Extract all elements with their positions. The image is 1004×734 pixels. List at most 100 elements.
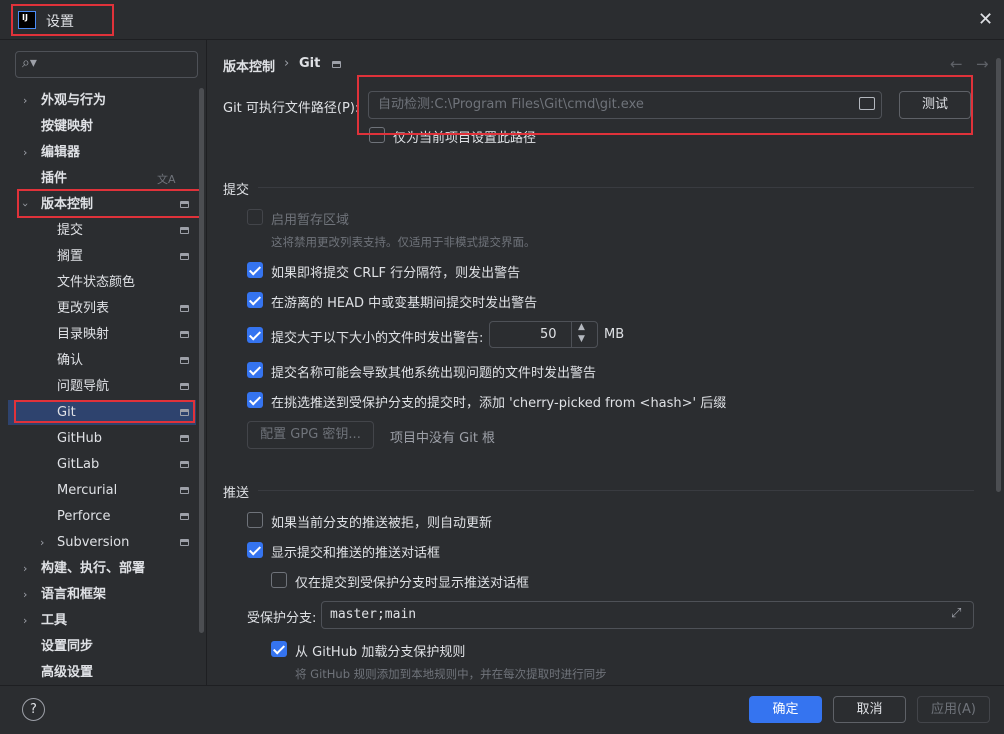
github-rules-checkbox[interactable] — [271, 641, 287, 657]
cancel-button[interactable]: 取消 — [833, 696, 906, 723]
sidebar-item-languages[interactable]: 语言和框架 — [41, 582, 106, 608]
sidebar-item-git[interactable]: Git — [57, 400, 76, 426]
cherry-pick-label: 在挑选推送到受保护分支的提交时，添加 'cherry-picked from <… — [271, 396, 727, 411]
project-only-checkbox[interactable] — [369, 127, 385, 143]
crlf-checkbox[interactable] — [247, 262, 263, 278]
project-scope-icon — [180, 357, 189, 364]
project-scope-icon — [180, 487, 189, 494]
sidebar-item-perforce[interactable]: Perforce — [57, 504, 110, 530]
sidebar-item-changelists[interactable]: 更改列表 — [57, 296, 109, 322]
sidebar-item-tools[interactable]: 工具 — [41, 608, 67, 634]
section-divider — [258, 187, 974, 188]
window-title: 设置 — [46, 14, 74, 30]
folder-icon[interactable] — [859, 97, 875, 110]
no-git-root-text: 项目中没有 Git 根 — [390, 431, 496, 446]
chevron-right-icon[interactable]: › — [40, 530, 44, 556]
detached-head-checkbox[interactable] — [247, 292, 263, 308]
chevron-right-icon[interactable]: › — [23, 582, 27, 608]
github-rules-hint: 将 GitHub 规则添加到本地规则中，并在每次提取时进行同步 — [295, 667, 607, 681]
file-names-checkbox[interactable] — [247, 362, 263, 378]
chevron-right-icon[interactable]: › — [23, 608, 27, 634]
sidebar-item-subversion[interactable]: Subversion — [57, 530, 129, 556]
commit-section-title: 提交 — [223, 183, 250, 198]
sidebar-item-editor[interactable]: 编辑器 — [41, 140, 80, 166]
push-section-title: 推送 — [223, 486, 250, 501]
sidebar-item-keymap[interactable]: 按键映射 — [41, 114, 93, 140]
file-names-label: 提交名称可能会导致其他系统出现问题的文件时发出警告 — [271, 366, 597, 381]
project-scope-icon — [180, 513, 189, 520]
help-button[interactable]: ? — [22, 698, 45, 721]
sidebar-item-commit[interactable]: 提交 — [57, 218, 83, 244]
ok-button[interactable]: 确定 — [749, 696, 822, 723]
chevron-right-icon[interactable]: › — [23, 140, 27, 166]
cherry-pick-checkbox[interactable] — [247, 392, 263, 408]
expand-icon[interactable]: ⤢ — [951, 606, 961, 621]
git-path-label: Git 可执行文件路径(P): — [223, 101, 360, 116]
breadcrumb-parent[interactable]: 版本控制 — [223, 56, 275, 75]
project-scope-icon — [180, 539, 189, 546]
stepper-up-icon[interactable]: ▲ — [578, 322, 585, 332]
sidebar-item-appearance[interactable]: 外观与行为 — [41, 88, 106, 114]
show-push-dialog-checkbox[interactable] — [247, 542, 263, 558]
sidebar-item-mercurial[interactable]: Mercurial — [57, 478, 117, 504]
breadcrumb-separator: › — [284, 56, 290, 71]
sidebar-item-build[interactable]: 构建、执行、部署 — [41, 556, 145, 582]
sidebar-item-gitlab[interactable]: GitLab — [57, 452, 99, 478]
section-divider — [258, 490, 974, 491]
size-unit: MB — [604, 327, 625, 342]
project-scope-icon — [180, 201, 189, 208]
project-scope-icon — [180, 435, 189, 442]
chevron-down-icon[interactable]: › — [12, 203, 38, 207]
staging-hint: 这将禁用更改列表支持。仅适用于非模式提交界面。 — [271, 235, 536, 249]
large-file-size-value[interactable]: 50 — [540, 327, 557, 342]
close-icon[interactable]: ✕ — [978, 9, 993, 30]
sidebar-item-confirmation[interactable]: 确认 — [57, 348, 83, 374]
staging-label: 启用暂存区域 — [271, 213, 350, 228]
large-file-checkbox[interactable] — [247, 327, 263, 343]
project-scope-icon — [180, 461, 189, 468]
stepper-down-icon[interactable]: ▼ — [578, 334, 585, 344]
configure-gpg-button[interactable]: 配置 GPG 密钥... — [247, 421, 374, 449]
back-arrow-icon[interactable]: ← — [950, 55, 963, 73]
title-bar — [0, 0, 1004, 40]
project-scope-icon — [180, 383, 189, 390]
project-scope-icon — [180, 227, 189, 234]
project-scope-icon — [332, 61, 341, 68]
forward-arrow-icon[interactable]: → — [976, 55, 989, 73]
sidebar-item-file-status-colors[interactable]: 文件状态颜色 — [57, 270, 135, 296]
sidebar-selection-highlight — [8, 400, 196, 425]
detached-head-label: 在游离的 HEAD 中或变基期间提交时发出警告 — [271, 296, 538, 311]
auto-update-label: 如果当前分支的推送被拒，则自动更新 — [271, 516, 493, 531]
test-button[interactable]: 测试 — [899, 91, 971, 119]
project-scope-icon — [180, 305, 189, 312]
search-input[interactable] — [15, 51, 198, 78]
large-file-label: 提交大于以下大小的文件时发出警告: — [271, 331, 484, 346]
protected-only-checkbox[interactable] — [271, 572, 287, 588]
auto-update-checkbox[interactable] — [247, 512, 263, 528]
chevron-right-icon[interactable]: › — [23, 556, 27, 582]
sidebar-item-version-control[interactable]: 版本控制 — [41, 192, 93, 218]
translate-icon: 文A — [157, 173, 176, 186]
sidebar-item-settings-sync[interactable]: 设置同步 — [41, 634, 93, 660]
crlf-label: 如果即将提交 CRLF 行分隔符，则发出警告 — [271, 266, 521, 281]
git-path-input[interactable]: 自动检测:C:\Program Files\Git\cmd\git.exe — [368, 91, 882, 119]
chevron-right-icon[interactable]: › — [23, 88, 27, 114]
stepper-divider — [571, 322, 572, 347]
protected-branches-input[interactable]: master;main — [321, 601, 974, 629]
app-logo-icon: IJ — [18, 11, 36, 29]
sidebar-item-plugins[interactable]: 插件 — [41, 166, 67, 192]
sidebar-item-directory-mappings[interactable]: 目录映射 — [57, 322, 109, 348]
project-scope-icon — [180, 409, 189, 416]
search-icon: ⌕▾ — [22, 55, 37, 71]
apply-button[interactable]: 应用(A) — [917, 696, 990, 723]
sidebar-item-github[interactable]: GitHub — [57, 426, 102, 452]
sidebar-scrollbar[interactable] — [199, 88, 204, 633]
sidebar-item-advanced[interactable]: 高级设置 — [41, 660, 93, 686]
sidebar-item-shelf[interactable]: 搁置 — [57, 244, 83, 270]
main-scrollbar[interactable] — [996, 58, 1001, 492]
sidebar-item-issue-navigation[interactable]: 问题导航 — [57, 374, 109, 400]
staging-checkbox[interactable] — [247, 209, 263, 225]
show-push-dialog-label: 显示提交和推送的推送对话框 — [271, 546, 441, 561]
github-rules-label: 从 GitHub 加载分支保护规则 — [295, 645, 466, 660]
project-scope-icon — [180, 331, 189, 338]
